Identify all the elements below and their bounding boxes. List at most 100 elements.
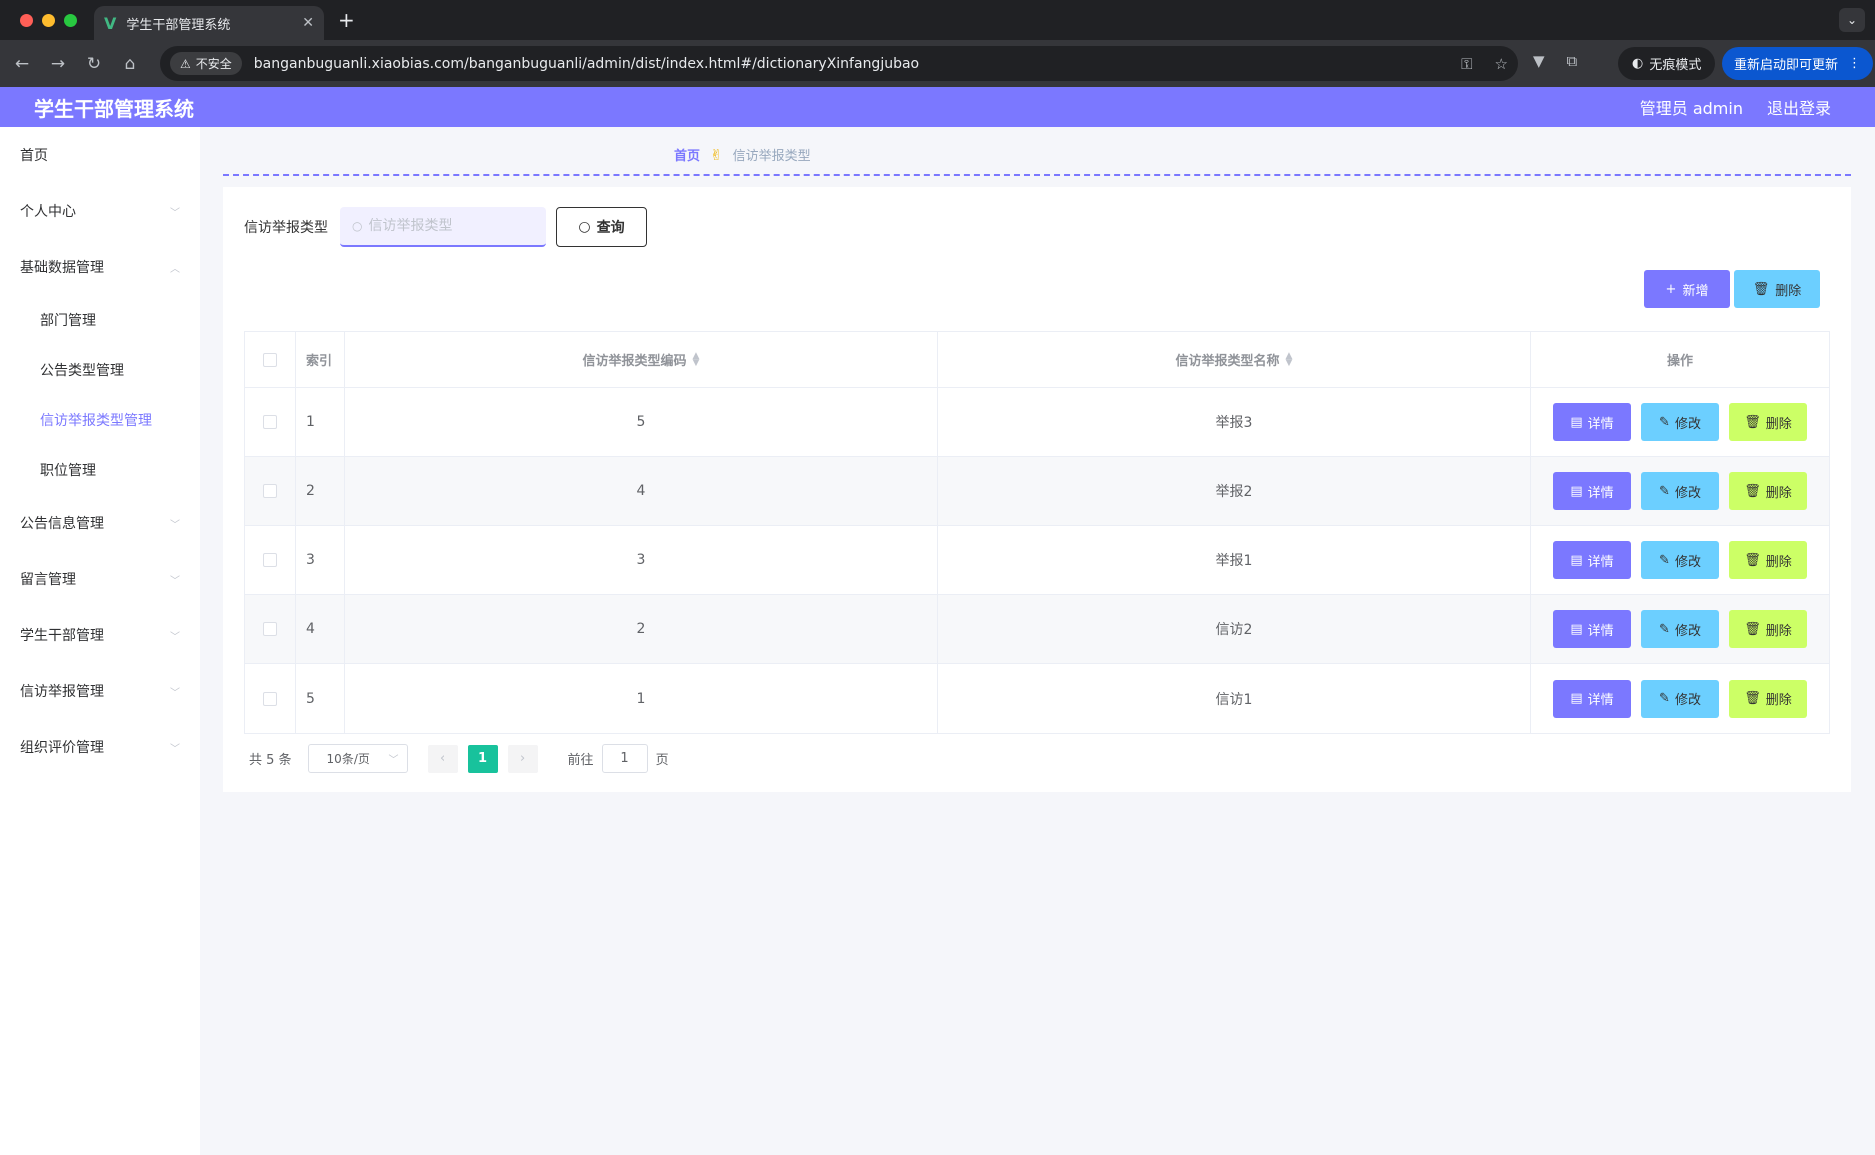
select-all-checkbox[interactable] [263,352,277,367]
column-header-name[interactable]: 信访举报类型名称 ▲ ▼ [938,332,1531,387]
sort-icon[interactable]: ▲ ▼ [1286,351,1293,367]
sidebar-item-petitions[interactable]: 信访举报管理 ﹀ [0,663,200,719]
detail-button[interactable]: ▤ 详情 [1553,403,1631,441]
close-tab-icon[interactable]: ✕ [302,15,314,31]
reload-icon[interactable]: ↻ [76,54,112,74]
cell-code: 3 [345,526,938,594]
chevron-down-icon: ﹀ [170,687,180,699]
goto-page-input[interactable]: 1 [601,744,648,773]
document-icon: ▤ [1570,691,1583,706]
trash-icon: 🗑 [1744,552,1761,568]
chevron-down-icon: ﹀ [170,207,180,219]
password-key-icon[interactable]: ⚿ [1461,55,1472,73]
sidebar-item-basic-data[interactable]: 基础数据管理 ︿ [0,239,200,295]
maximize-window-button[interactable] [64,14,77,27]
cell-name: 信访2 [938,595,1531,663]
pagination: 共 5 条 10条/页 ﹀ ‹ 1 › 前往 1 页 [249,744,669,773]
breadcrumb-divider [223,174,1851,176]
delete-button[interactable]: 🗑 删除 [1729,472,1807,510]
edit-button[interactable]: ✎ 修改 [1641,541,1719,579]
sidebar-subitem-department[interactable]: 部门管理 [0,295,200,345]
add-button[interactable]: + 新增 [1644,270,1730,308]
row-checkbox[interactable] [263,484,277,498]
minimize-window-button[interactable] [42,14,55,27]
home-icon[interactable]: ⌂ [112,54,148,74]
trash-icon: 🗑 [1744,483,1761,499]
next-page-button[interactable]: › [507,744,538,773]
delete-button[interactable]: 🗑 删除 [1729,541,1807,579]
pencil-icon: ✎ [1659,414,1670,430]
delete-button[interactable]: 🗑 删除 [1729,679,1807,718]
cell-index: 3 [296,526,345,594]
sidebar-item-personal-center[interactable]: 个人中心 ﹀ [0,183,200,239]
table-row: 2 4 举报2 ▤ 详情 ✎ 修改 🗑 删除 [245,457,1829,526]
cell-code: 4 [345,457,938,525]
incognito-icon: ◐ [1632,56,1644,71]
edit-button[interactable]: ✎ 修改 [1641,679,1719,718]
vue-devtools-icon[interactable]: ▼ [1533,52,1545,70]
relaunch-update-button[interactable]: 重新启动即可更新 ⋮ [1722,47,1874,80]
detail-label: 详情 [1587,693,1614,708]
sidebar-item-home[interactable]: 首页 [0,127,200,183]
search-field[interactable]: ○ [340,207,546,247]
tab-search-icon[interactable]: ⌄ [1839,8,1865,32]
sidebar-subitem-position[interactable]: 职位管理 [0,445,200,495]
delete-button[interactable]: 🗑 删除 [1729,403,1807,441]
pencil-icon: ✎ [1659,691,1670,706]
warning-icon: ⚠ [180,56,191,71]
cell-index: 2 [296,457,345,525]
batch-delete-button[interactable]: 🗑 删除 [1734,270,1820,308]
detail-button[interactable]: ▤ 详情 [1553,541,1631,579]
row-checkbox[interactable] [263,691,277,706]
edit-button[interactable]: ✎ 修改 [1641,403,1719,441]
sidebar-item-notice-info[interactable]: 公告信息管理 ﹀ [0,495,200,551]
delete-button[interactable]: 🗑 删除 [1729,610,1807,648]
cell-name: 举报3 [938,388,1531,456]
browser-tab[interactable]: V 学生干部管理系统 ✕ [94,6,324,40]
back-icon[interactable]: ← [4,54,40,74]
sidebar-subitem-notice-type[interactable]: 公告类型管理 [0,345,200,395]
cell-code: 5 [345,388,938,456]
close-window-button[interactable] [20,14,33,27]
incognito-label: 无痕模式 [1649,58,1702,73]
more-vert-icon[interactable]: ⋮ [1848,56,1861,71]
detail-button[interactable]: ▤ 详情 [1553,472,1631,510]
row-checkbox[interactable] [263,415,277,429]
sidebar-item-messages[interactable]: 留言管理 ﹀ [0,551,200,607]
breadcrumb: 首页 ✌ 信访举报类型 [674,145,811,165]
sidebar-item-student-cadres[interactable]: 学生干部管理 ﹀ [0,607,200,663]
detail-button[interactable]: ▤ 详情 [1553,679,1631,718]
page-number-current[interactable]: 1 [467,744,498,773]
search-input[interactable] [368,218,539,234]
column-header-name-label: 信访举报类型名称 [1175,354,1280,369]
document-icon: ▤ [1570,483,1583,499]
new-tab-button[interactable]: + [338,8,355,32]
edit-button[interactable]: ✎ 修改 [1641,610,1719,648]
column-header-index: 索引 [296,332,345,387]
row-checkbox[interactable] [263,553,277,567]
breadcrumb-home-link[interactable]: 首页 [674,145,700,164]
security-chip[interactable]: ⚠ 不安全 [170,52,242,75]
sidebar-item-org-evaluation[interactable]: 组织评价管理 ﹀ [0,719,200,775]
sidebar-subitem-petition-type[interactable]: 信访举报类型管理 [0,395,200,445]
bookmark-star-icon[interactable]: ☆ [1495,55,1508,73]
sort-icon[interactable]: ▲ ▼ [693,351,700,367]
forward-icon[interactable]: → [40,54,76,74]
logout-link[interactable]: 退出登录 [1767,95,1831,119]
sidebar: 首页 个人中心 ﹀ 基础数据管理 ︿ 部门管理 公告类型管理 信访举报类型管理 … [0,127,200,1155]
user-label: 管理员 admin [1639,99,1743,118]
incognito-indicator[interactable]: ◐ 无痕模式 [1618,47,1716,80]
query-button[interactable]: ○ 查询 [556,207,647,247]
url-text[interactable]: banganbuguanli.xiaobias.com/banganbuguan… [254,56,919,72]
chevron-down-icon: ﹀ [170,743,180,755]
page-size-select[interactable]: 10条/页 ﹀ [307,744,408,773]
column-header-code[interactable]: 信访举报类型编码 ▲ ▼ [345,332,938,387]
edit-button[interactable]: ✎ 修改 [1641,472,1719,510]
row-checkbox[interactable] [263,622,277,636]
extensions-icon[interactable]: ⧉ [1567,52,1578,70]
prev-page-button[interactable]: ‹ [427,744,458,773]
cell-index: 1 [296,388,345,456]
edit-label: 修改 [1674,623,1701,639]
address-bar[interactable]: ⚠ 不安全 banganbuguanli.xiaobias.com/bangan… [160,46,1518,81]
detail-button[interactable]: ▤ 详情 [1553,610,1631,648]
